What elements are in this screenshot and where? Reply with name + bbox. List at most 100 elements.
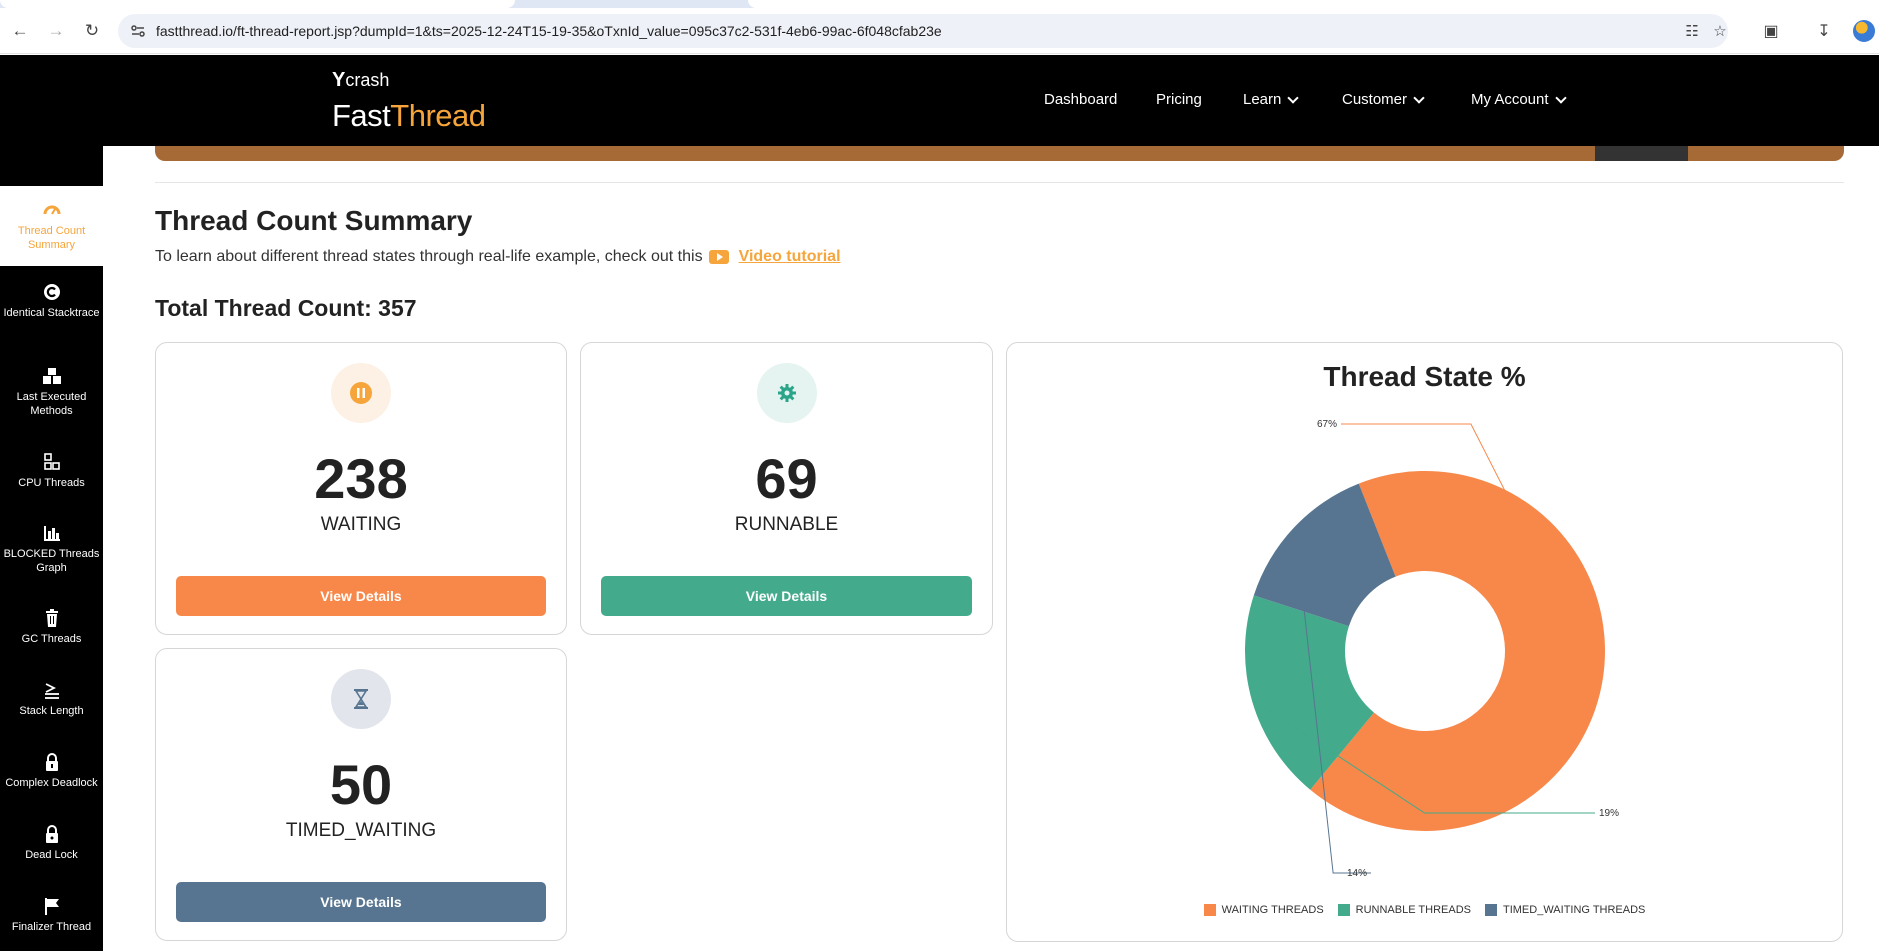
waiting-icon-wrap — [331, 363, 391, 423]
trash-icon — [45, 609, 58, 627]
nav-learn[interactable]: Learn — [1243, 91, 1300, 108]
sidebar-item-label: Finalizer Thread — [11, 921, 92, 933]
boxes-icon — [42, 368, 61, 384]
gauge-icon — [43, 205, 60, 215]
browser-tab[interactable] — [0, 0, 515, 8]
translate-icon[interactable]: ☷ — [1683, 22, 1701, 40]
lock-icon — [45, 753, 58, 771]
promo-banner-button[interactable] — [1595, 146, 1688, 161]
legend-label: WAITING THREADS — [1221, 904, 1324, 916]
cpu-icon — [43, 453, 60, 470]
legend-swatch — [1484, 904, 1497, 916]
sidebar-item-thread-count-summary[interactable]: Thread Count Summary — [0, 200, 103, 252]
profile-avatar[interactable] — [1853, 20, 1875, 42]
sidebar-item-label: Last Executed Methods — [16, 391, 87, 417]
slice-value-label: 67% — [1317, 419, 1337, 430]
legend-item[interactable]: WAITING THREADS — [1203, 904, 1324, 916]
back-icon[interactable]: ← — [9, 20, 31, 42]
copyright-icon — [43, 284, 60, 300]
nav-customer[interactable]: Customer — [1342, 91, 1425, 108]
page-title: Thread Count Summary — [155, 205, 473, 236]
sidebar-item-last-executed-methods[interactable]: Last Executed Methods — [0, 366, 103, 418]
subtitle-text: To learn about different thread states t… — [155, 248, 703, 265]
runnable-card: 69 RUNNABLE View Details — [580, 342, 993, 635]
waiting-view-details-button[interactable]: View Details — [176, 576, 546, 616]
legend-swatch — [1203, 904, 1216, 916]
logo-fast-text: Fast — [332, 98, 391, 133]
stack-icon — [44, 683, 59, 699]
browser-tab[interactable] — [748, 0, 1879, 8]
sidebar-item-label: Thread Count Summary — [17, 225, 86, 251]
total-thread-count: Total Thread Count: 357 — [155, 295, 417, 321]
waiting-count: 238 — [314, 447, 408, 510]
chevron-down-icon — [1287, 91, 1300, 104]
nav-label: Dashboard — [1044, 91, 1118, 108]
reload-icon[interactable]: ↻ — [81, 20, 103, 42]
sidebar-item-label: GC Threads — [21, 633, 82, 645]
legend-item[interactable]: RUNNABLE THREADS — [1337, 904, 1471, 916]
flag-icon — [44, 898, 59, 915]
hourglass-icon — [354, 689, 368, 709]
timed-waiting-count: 50 — [329, 753, 393, 816]
page-subtitle: To learn about different thread states t… — [155, 248, 841, 266]
legend-swatch — [1337, 904, 1350, 916]
sidebar-item-gc-threads[interactable]: GC Threads — [0, 608, 103, 646]
nav-dashboard[interactable]: Dashboard — [1044, 91, 1117, 108]
browser-toolbar: ← → ↻ fastthread.io/ft-thread-report.jsp… — [0, 8, 1879, 54]
sidebar-item-label: Complex Deadlock — [5, 777, 98, 789]
video-tutorial-link[interactable]: Video tutorial — [739, 248, 841, 266]
sidebar-item-label: Identical Stacktrace — [3, 307, 100, 319]
sidebar-item-label: BLOCKED Threads Graph — [3, 548, 100, 574]
runnable-view-details-button[interactable]: View Details — [601, 576, 972, 616]
sidebar-item-identical-stacktrace[interactable]: Identical Stacktrace — [0, 282, 103, 320]
timed-waiting-view-details-button[interactable]: View Details — [176, 882, 546, 922]
waiting-label: WAITING — [320, 514, 402, 535]
url-text[interactable]: fastthread.io/ft-thread-report.jsp?dumpI… — [156, 23, 942, 39]
sidebar-item-label: CPU Threads — [18, 477, 85, 489]
donut-chart: 67% 19% 14% — [1245, 419, 1619, 879]
sidebar-item-complex-deadlock[interactable]: Complex Deadlock — [0, 752, 103, 790]
sidebar-notch — [0, 146, 103, 186]
waiting-card: 238 WAITING View Details — [155, 342, 567, 635]
divider — [155, 182, 1844, 183]
site-header: Ycrash FastThread Dashboard Pricing Lear… — [0, 55, 1879, 146]
timed-waiting-label: TIMED_WAITING — [285, 820, 437, 841]
legend-label: RUNNABLE THREADS — [1355, 904, 1471, 916]
legend-label: TIMED_WAITING THREADS — [1502, 904, 1646, 916]
fastthread-logo[interactable]: FastThread — [332, 98, 486, 134]
sidebar-item-label: Stack Length — [19, 705, 84, 717]
site-info-icon[interactable] — [130, 23, 146, 39]
timed-waiting-icon-wrap — [331, 669, 391, 729]
extensions-icon[interactable]: ▣ — [1760, 20, 1782, 42]
nav-label: My Account — [1471, 91, 1549, 108]
address-bar[interactable]: fastthread.io/ft-thread-report.jsp?dumpI… — [118, 14, 1728, 48]
timed-waiting-card: 50 TIMED_WAITING View Details — [155, 648, 567, 941]
nav-label: Learn — [1243, 91, 1282, 108]
nav-label: Customer — [1342, 91, 1408, 108]
gear-icon — [777, 384, 796, 402]
youtube-icon[interactable] — [708, 250, 729, 264]
bookmark-star-icon[interactable]: ☆ — [1711, 22, 1729, 40]
pause-icon — [350, 382, 372, 404]
sidebar-item-stack-length[interactable]: Stack Length — [0, 680, 103, 718]
chevron-down-icon — [1413, 91, 1425, 104]
ycrash-logo[interactable]: Ycrash — [332, 69, 389, 92]
download-icon[interactable]: ↧ — [1813, 20, 1835, 42]
slice-value-label: 19% — [1599, 808, 1619, 819]
runnable-icon-wrap — [756, 363, 817, 423]
sidebar-item-blocked-threads-graph[interactable]: BLOCKED Threads Graph — [0, 523, 103, 575]
sidebar-item-label: Dead Lock — [25, 849, 78, 861]
chevron-down-icon — [1554, 91, 1567, 104]
legend-item[interactable]: TIMED_WAITING THREADS — [1484, 904, 1646, 916]
forward-icon[interactable]: → — [45, 20, 67, 42]
sidebar-item-dead-lock[interactable]: Dead Lock — [0, 824, 103, 862]
thread-state-chart-card: Thread State % 67% 19% 14% WAITING THREADS… — [1006, 342, 1843, 942]
promo-banner[interactable] — [155, 146, 1844, 161]
nav-my-account[interactable]: My Account — [1471, 91, 1567, 108]
sidebar-item-cpu-threads[interactable]: CPU Threads — [0, 452, 103, 490]
lock-icon — [45, 825, 58, 843]
sidebar-item-finalizer-thread[interactable]: Finalizer Thread — [0, 896, 103, 934]
nav-pricing[interactable]: Pricing — [1156, 91, 1202, 108]
logo-crash-text: crash — [345, 70, 390, 90]
logo-y: Y — [332, 69, 346, 91]
